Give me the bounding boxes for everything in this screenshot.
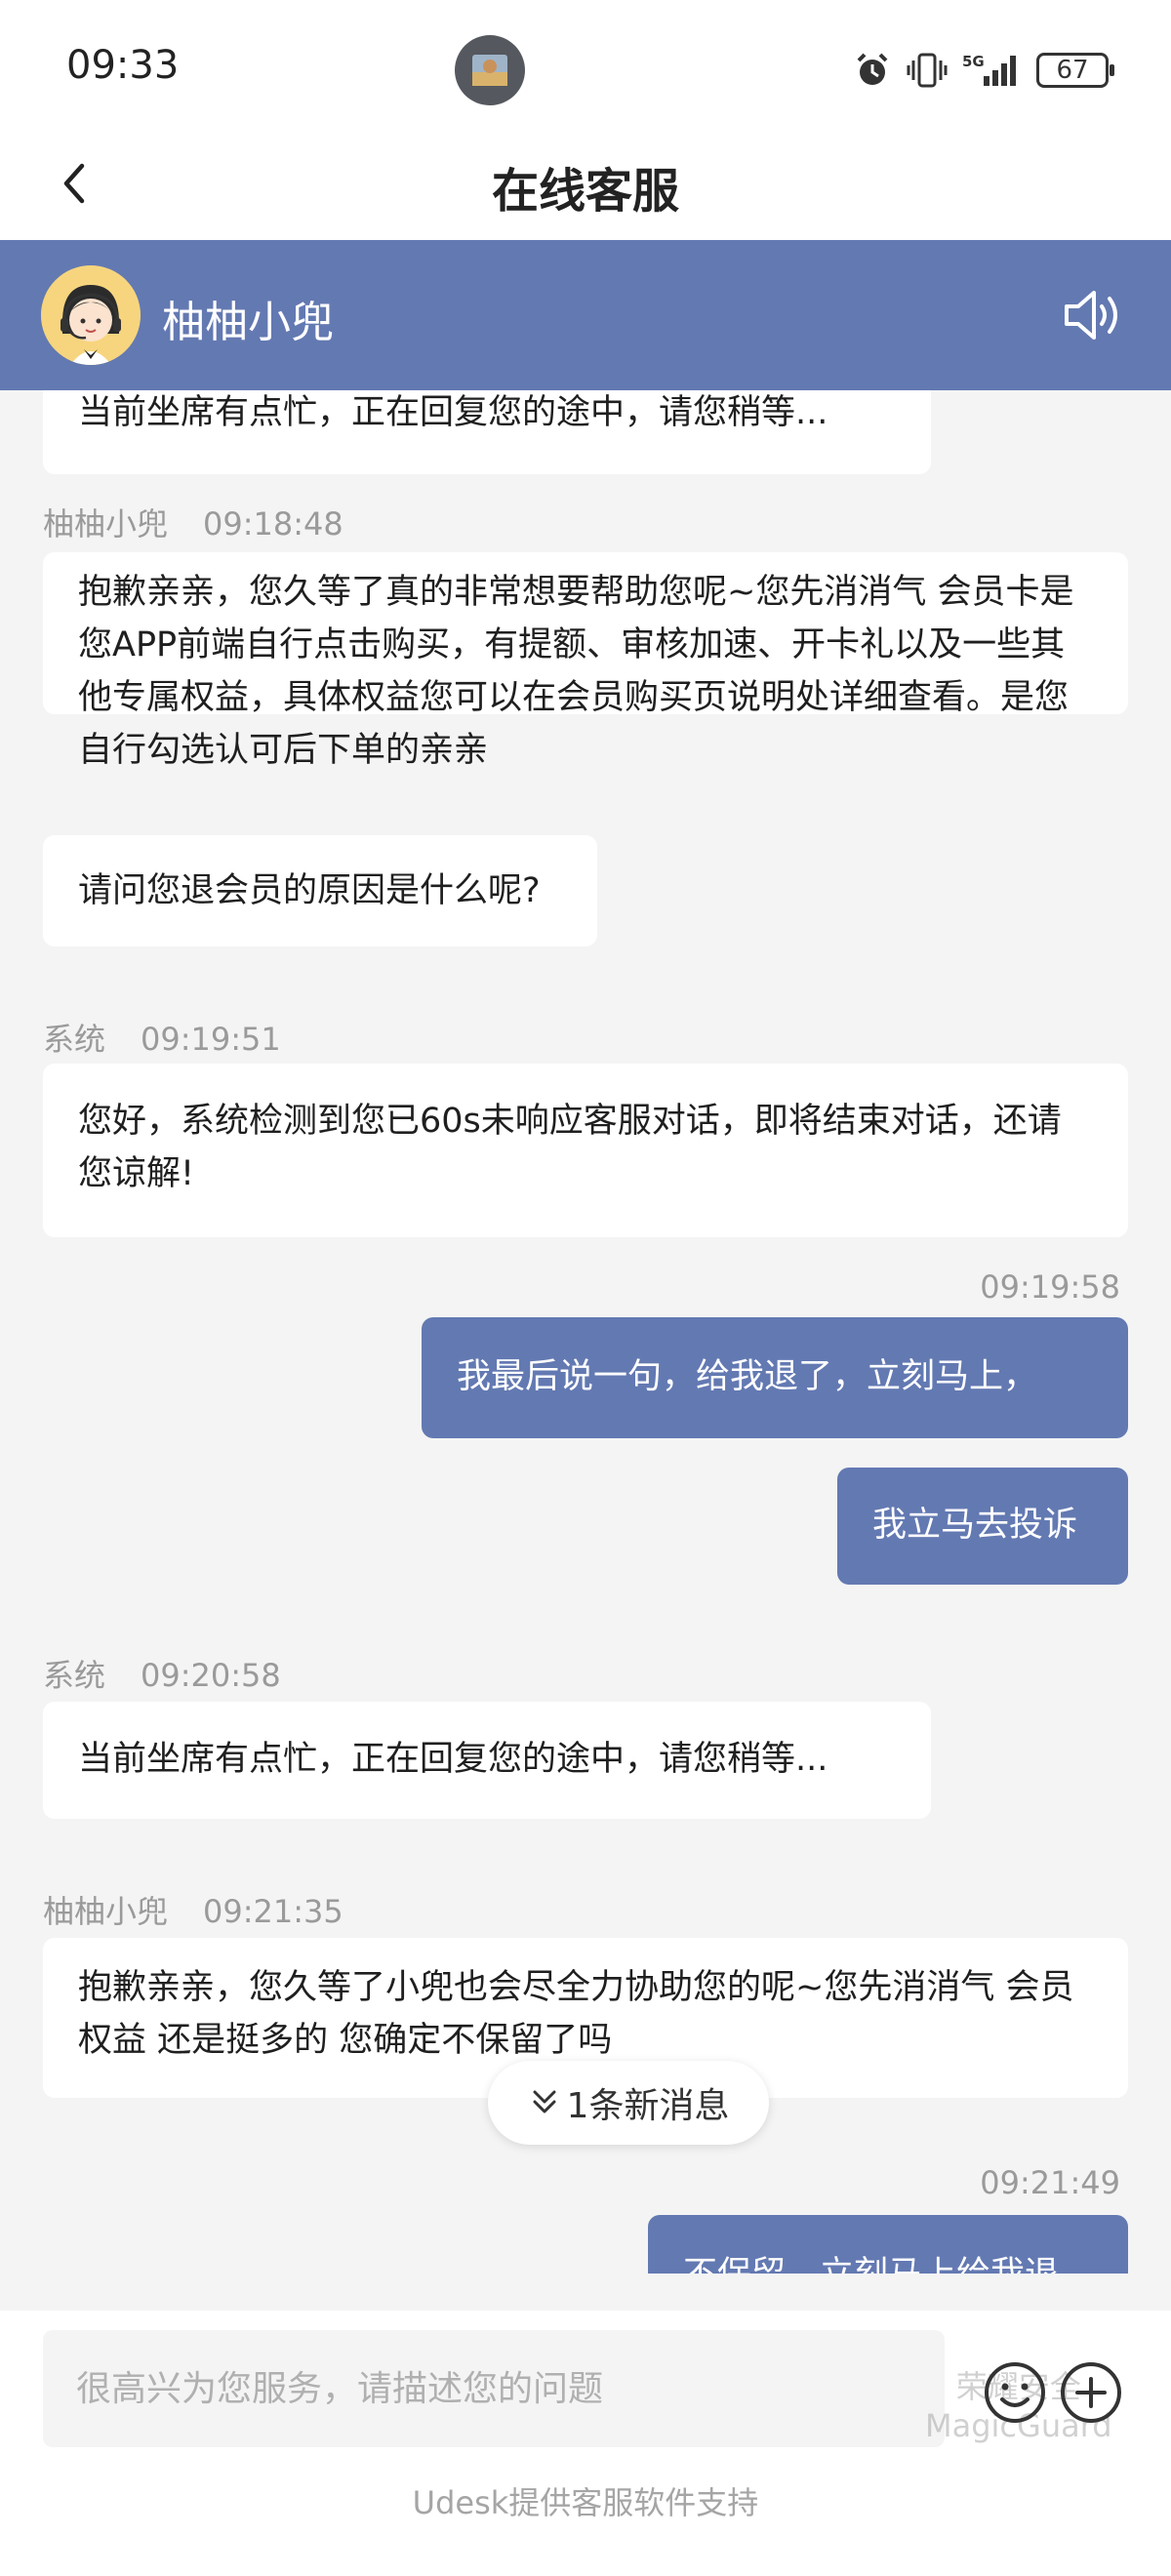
smiley-icon — [985, 2362, 1045, 2423]
network-label: 5G — [962, 53, 985, 70]
message-meta: 系统 09:20:58 — [43, 1651, 281, 1696]
status-time: 09:33 — [66, 43, 180, 88]
message-bubble: 当前坐席有点忙，正在回复您的途中，请您稍等... — [43, 390, 931, 474]
new-messages-button[interactable]: 1条新消息 — [488, 2061, 769, 2145]
message-meta: 柚柚小兜 09:21:35 — [43, 1887, 343, 1932]
message-time: 09:21:49 — [980, 2164, 1120, 2201]
message-text: 不保留，立刻马上给我退 — [683, 2255, 1059, 2274]
plus-circle-icon — [1061, 2362, 1121, 2423]
message-time: 09:19:51 — [141, 1021, 281, 1058]
status-bar: 09:33 5G 67 — [0, 0, 1171, 127]
message-sender: 系统 — [43, 1021, 106, 1058]
new-messages-label: 1条新消息 — [566, 2086, 730, 2126]
message-bubble: 抱歉亲亲，您久等了真的非常想要帮助您呢~您先消消气 会员卡是您APP前端自行点击… — [43, 552, 1128, 770]
message-bubble: 请问您退会员的原因是什么呢? — [43, 835, 597, 946]
message-sender: 柚柚小兜 — [43, 1893, 169, 1930]
emoji-button[interactable] — [982, 2359, 1048, 2426]
alarm-icon — [857, 53, 888, 85]
title-bar: 在线客服 — [0, 127, 1171, 240]
signal-5g-icon: 5G — [962, 53, 1016, 86]
composer: 荣耀安全 MagicGuard Udesk提供客服软件支持 — [0, 2311, 1171, 2576]
message-time: 09:18:48 — [203, 505, 343, 543]
message-sender: 柚柚小兜 — [43, 505, 169, 543]
speaker-button[interactable] — [1058, 283, 1128, 347]
agent-avatar — [41, 265, 141, 365]
message-bubble-outgoing: 我最后说一句，给我退了，立刻马上， — [422, 1317, 1128, 1438]
agent-name: 柚柚小兜 — [162, 298, 334, 347]
message-text: 我最后说一句，给我退了，立刻马上， — [457, 1357, 1038, 1396]
message-text: 请问您退会员的原因是什么呢? — [78, 871, 541, 910]
message-meta: 系统 09:19:51 — [43, 1015, 281, 1060]
page-title: 在线客服 — [491, 164, 679, 219]
message-text: 我立马去投诉 — [872, 1506, 1078, 1545]
message-bubble-outgoing: 我立马去投诉 — [837, 1468, 1128, 1585]
battery-icon: 67 — [1036, 53, 1114, 88]
footer-note: Udesk提供客服软件支持 — [412, 2484, 759, 2521]
status-avatar-icon — [455, 35, 525, 105]
message-meta: 柚柚小兜 09:18:48 — [43, 500, 343, 544]
chat-list[interactable]: 当前坐席有点忙，正在回复您的途中，请您稍等... 柚柚小兜 09:18:48 抱歉… — [0, 390, 1171, 2274]
message-time: 09:21:35 — [203, 1893, 343, 1930]
message-time: 09:20:58 — [141, 1657, 281, 1694]
message-bubble: 您好，系统检测到您已60s未响应客服对话，即将结束对话，还请您谅解! — [43, 1064, 1128, 1237]
agent-header: 柚柚小兜 — [0, 240, 1171, 390]
double-chevron-down-icon — [533, 2090, 556, 2113]
message-bubble: 当前坐席有点忙，正在回复您的途中，请您稍等... — [43, 1702, 931, 1819]
add-attachment-button[interactable] — [1058, 2359, 1124, 2426]
message-text: 当前坐席有点忙，正在回复您的途中，请您稍等... — [78, 1740, 828, 1779]
speaker-icon — [1065, 291, 1117, 340]
message-text: 抱歉亲亲，您久等了小兜也会尽全力协助您的呢~您先消消气 会员权益 还是挺多的 您… — [78, 1968, 1074, 2060]
battery-level: 67 — [1056, 56, 1089, 85]
message-time: 09:19:58 — [980, 1268, 1120, 1306]
message-text: 当前坐席有点忙，正在回复您的途中，请您稍等... — [78, 393, 828, 432]
message-text: 抱歉亲亲，您久等了真的非常想要帮助您呢~您先消消气 会员卡是您APP前端自行点击… — [78, 573, 1074, 770]
message-bubble-outgoing: 不保留，立刻马上给我退 — [648, 2215, 1128, 2274]
vibrate-icon — [907, 53, 948, 88]
message-input[interactable] — [43, 2330, 945, 2447]
message-sender: 系统 — [43, 1657, 106, 1694]
status-icons: 5G 67 — [853, 47, 1114, 94]
message-text: 您好，系统检测到您已60s未响应客服对话，即将结束对话，还请您谅解! — [78, 1102, 1062, 1193]
